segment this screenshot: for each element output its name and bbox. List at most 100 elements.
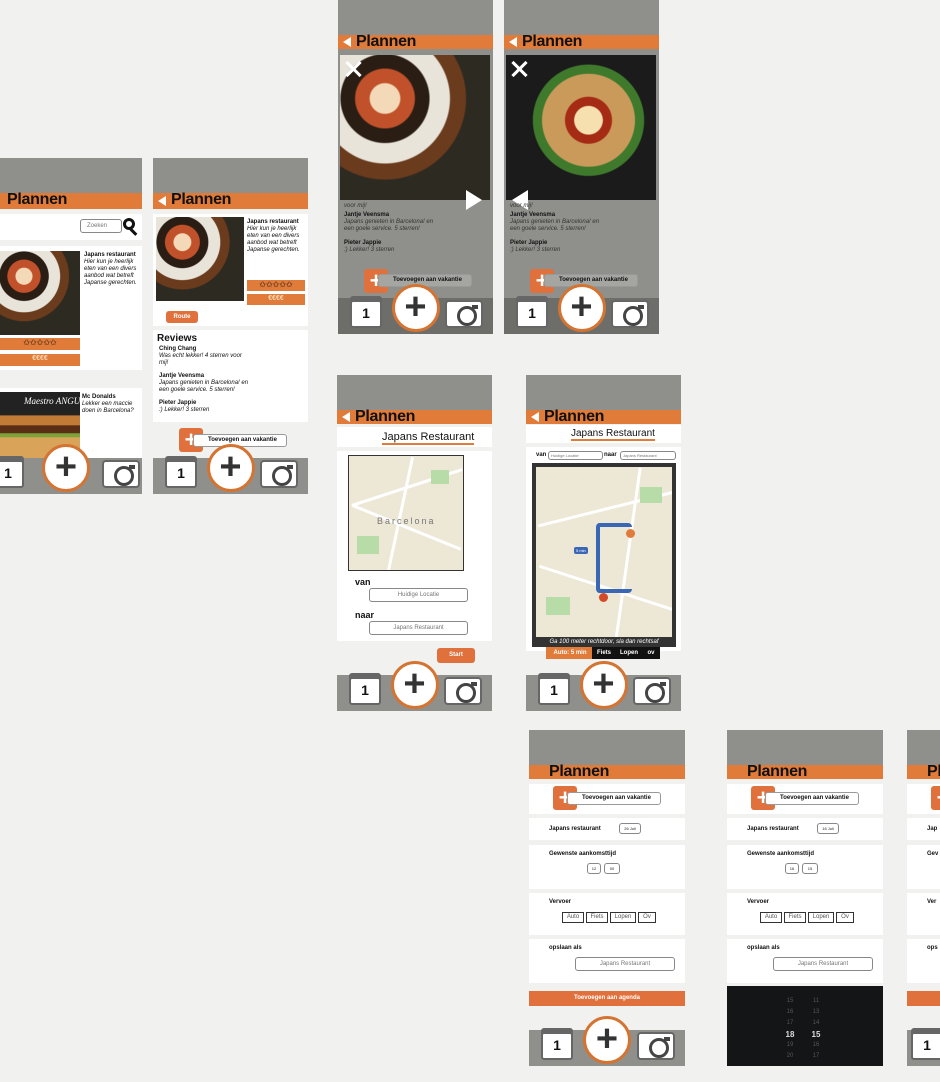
- map[interactable]: 5 min: [532, 463, 676, 645]
- mode-walk[interactable]: Lopen: [616, 647, 642, 659]
- page-title: Plannen: [544, 408, 605, 425]
- calendar-icon[interactable]: 1: [911, 1028, 940, 1060]
- price-level: €€€€: [247, 294, 305, 305]
- bottom-nav: 1 +: [526, 661, 681, 711]
- calendar-icon[interactable]: 1: [349, 673, 381, 705]
- close-icon[interactable]: [344, 60, 362, 78]
- picker-minutes[interactable]: 11 13 14 15 16 17: [809, 996, 823, 1062]
- add-to-agenda-button[interactable]: Toevoegen aan agenda: [529, 991, 685, 1006]
- page-title: Plannen: [7, 191, 68, 208]
- add-icon[interactable]: +: [557, 284, 606, 332]
- save-as-input[interactable]: Japans Restaurant: [575, 957, 675, 971]
- from-input[interactable]: Huidige Locatie: [548, 451, 603, 460]
- bottom-nav: 1 +: [153, 444, 308, 494]
- transport-bike[interactable]: Fiets: [586, 912, 608, 923]
- page-title: Plannen: [355, 408, 416, 425]
- next-arrow-icon[interactable]: [466, 190, 482, 210]
- calendar-icon[interactable]: 1: [0, 456, 24, 488]
- review-text: :) Lekker! 3 sterren: [510, 247, 561, 253]
- minute-field[interactable]: 00: [604, 863, 620, 874]
- review-text: Was echt lekker! 4 sterren voor mij!: [159, 353, 242, 366]
- back-icon[interactable]: [158, 196, 166, 206]
- add-icon[interactable]: +: [42, 444, 90, 492]
- brand-logo: Maestro ANGUS: [24, 396, 85, 406]
- camera-icon[interactable]: [444, 677, 482, 705]
- mode-auto[interactable]: Auto: 5 min: [546, 647, 594, 659]
- picker-hours[interactable]: 15 16 17 18 19 20: [783, 996, 797, 1062]
- back-icon[interactable]: [343, 37, 351, 47]
- review-text: Japans genieten in Barcelona! en een goe…: [344, 219, 434, 232]
- search-input[interactable]: Zoeken: [80, 219, 122, 233]
- add-to-holiday-button[interactable]: Toevoegen aan vakantie: [567, 792, 661, 805]
- save-as-input[interactable]: Japans Restaurant: [773, 957, 873, 971]
- add-to-agenda-button[interactable]: [907, 991, 940, 1006]
- list-item[interactable]: Japans restaurant Hier kun je heerlijk e…: [0, 246, 142, 370]
- restaurant-desc: Hier kun je heerlijk eten van een divers…: [247, 226, 300, 253]
- transport-label: Vervoer: [747, 899, 770, 905]
- add-icon[interactable]: +: [583, 1016, 631, 1064]
- date-field[interactable]: 26 Juli: [619, 823, 641, 834]
- time-picker[interactable]: 15 16 17 18 19 20 11 13 14 15 16 17: [727, 986, 883, 1066]
- reviews-title: Reviews: [157, 333, 198, 344]
- add-icon[interactable]: +: [579, 661, 628, 709]
- camera-icon[interactable]: [445, 300, 483, 328]
- hour-field[interactable]: 12: [587, 863, 601, 874]
- food-photo: [0, 251, 80, 335]
- back-icon[interactable]: [509, 37, 517, 47]
- screen-photo-b: Plannen voor mij! Jantje Veensma Japans …: [504, 0, 659, 334]
- to-input[interactable]: Japans Restaurant: [620, 451, 676, 460]
- place-label: Japans restaurant: [747, 826, 799, 832]
- add-to-holiday-button[interactable]: Toevoegen aan vakantie: [765, 792, 859, 805]
- item-name: Japans restaurant: [84, 252, 136, 258]
- route-button[interactable]: Route: [166, 311, 198, 323]
- mode-transit[interactable]: ov: [642, 647, 660, 659]
- camera-icon[interactable]: [611, 300, 649, 328]
- add-icon[interactable]: +: [206, 444, 255, 492]
- caption: voor mij!: [510, 203, 533, 209]
- hour-field[interactable]: 16: [785, 863, 799, 874]
- transport-auto[interactable]: Auto: [562, 912, 584, 923]
- place-label: Jap: [927, 826, 938, 832]
- back-icon[interactable]: [342, 412, 350, 422]
- review-text: :) Lekker! 3 sterren: [159, 407, 210, 413]
- camera-icon[interactable]: [102, 460, 140, 488]
- camera-icon[interactable]: [633, 677, 671, 705]
- add-to-holiday-icon[interactable]: +: [931, 786, 940, 810]
- item-desc: Lekker een maccie doen in Barcelona?: [82, 401, 134, 414]
- close-icon[interactable]: [510, 60, 528, 78]
- date-field[interactable]: 16 Juli: [817, 823, 839, 834]
- transport-transit[interactable]: Ov: [836, 912, 854, 923]
- transport-auto[interactable]: Auto: [760, 912, 782, 923]
- page-title: Plannen: [549, 763, 610, 780]
- camera-icon[interactable]: [637, 1032, 675, 1060]
- minute-field[interactable]: 15: [802, 863, 818, 874]
- transport-walk[interactable]: Lopen: [808, 912, 834, 923]
- screen-detail: Plannen Japans restaurant Hier kun je he…: [153, 158, 308, 494]
- mode-bike[interactable]: Fiets: [592, 647, 616, 659]
- camera-icon[interactable]: [260, 460, 298, 488]
- calendar-icon[interactable]: 1: [165, 456, 197, 488]
- calendar-icon[interactable]: 1: [350, 296, 382, 328]
- add-icon[interactable]: +: [390, 661, 439, 709]
- header: Plannen: [727, 763, 883, 780]
- screen-plan-picker: Plannen + Toevoegen aan vakantie Japans …: [727, 730, 883, 1066]
- transport-walk[interactable]: Lopen: [610, 912, 636, 923]
- transport-bike[interactable]: Fiets: [784, 912, 806, 923]
- rating-stars: ✩✩✩✩✩: [247, 280, 305, 291]
- from-input[interactable]: Huidige Locatie: [369, 588, 468, 602]
- calendar-icon[interactable]: 1: [516, 296, 548, 328]
- map[interactable]: Barcelona: [348, 455, 464, 571]
- to-input[interactable]: Japans Restaurant: [369, 621, 468, 635]
- back-icon[interactable]: [531, 412, 539, 422]
- calendar-icon[interactable]: 1: [538, 673, 570, 705]
- start-button[interactable]: Start: [437, 648, 475, 663]
- arrival-label: Gev: [927, 851, 939, 857]
- search-icon[interactable]: [123, 218, 135, 230]
- review-text: Japans genieten in Barcelona! en een goe…: [510, 219, 600, 232]
- review-author: Jantje Veensma: [159, 373, 205, 379]
- transport-transit[interactable]: Ov: [638, 912, 656, 923]
- rating-stars: ✩✩✩✩✩: [0, 338, 80, 350]
- calendar-icon[interactable]: 1: [541, 1028, 573, 1060]
- add-icon[interactable]: +: [391, 284, 440, 332]
- screen-plan-form: Plannen + Toevoegen aan vakantie Japans …: [529, 730, 685, 1066]
